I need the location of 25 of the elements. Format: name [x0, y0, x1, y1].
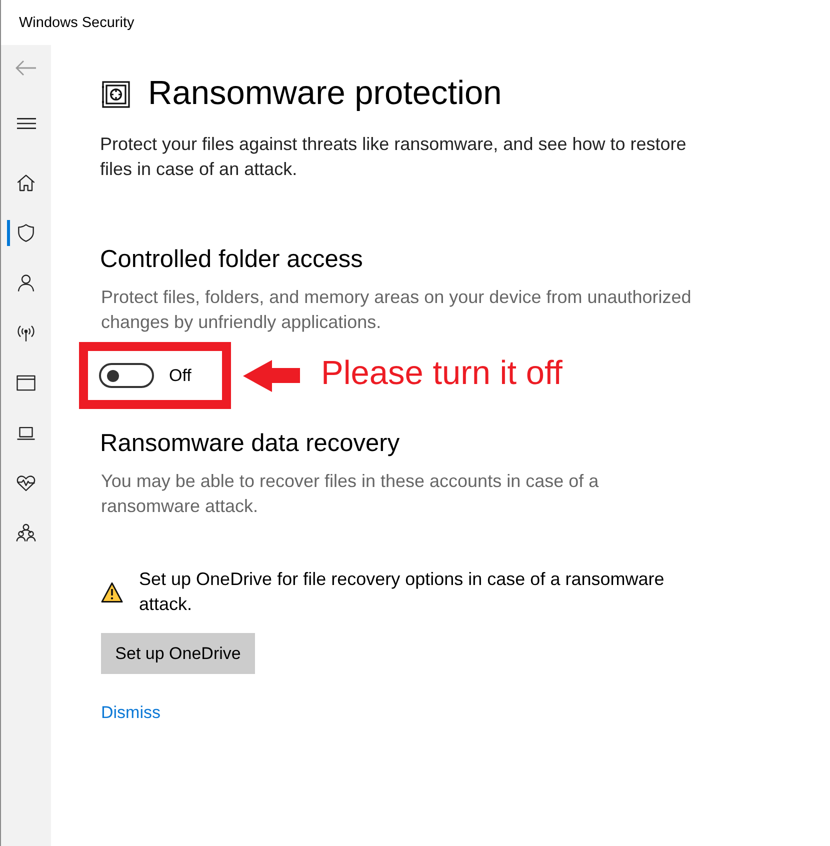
warning-icon [101, 582, 123, 603]
arrow-icon [243, 360, 300, 392]
heart-pulse-icon [16, 473, 36, 493]
window-title: Windows Security [19, 14, 134, 30]
antenna-icon [16, 323, 36, 343]
page-title: Ransomware protection [148, 74, 502, 114]
shield-icon [16, 223, 36, 243]
people-icon [16, 523, 36, 543]
dismiss-link[interactable]: Dismiss [101, 702, 160, 724]
toggle-switch[interactable] [99, 363, 154, 388]
warning-message: Set up OneDrive for file recovery options in case of a ransomware attack. [139, 568, 666, 616]
section-heading: Ransomware data recovery [100, 429, 401, 459]
window-icon [16, 373, 36, 393]
setup-onedrive-button[interactable]: Set up OneDrive [101, 633, 255, 674]
vault-icon [102, 80, 130, 108]
back-arrow-icon [15, 60, 37, 76]
section-description: Protect files, folders, and memory areas on your device from unauthorized changes by unfriendly applications. [101, 286, 692, 334]
annotation-text: Please turn it off [321, 354, 562, 394]
person-icon [16, 273, 36, 293]
section-heading: Controlled folder access [100, 245, 364, 275]
home-icon [16, 173, 36, 193]
section-description: You may be able to recover files in these accounts in case of a ransomware attack. [101, 470, 600, 518]
menu-icon [16, 118, 36, 128]
toggle-label: Off [169, 364, 192, 386]
page-description: Protect your files against threats like ransomware, and see how to restore files in case of an attack. [100, 133, 688, 181]
